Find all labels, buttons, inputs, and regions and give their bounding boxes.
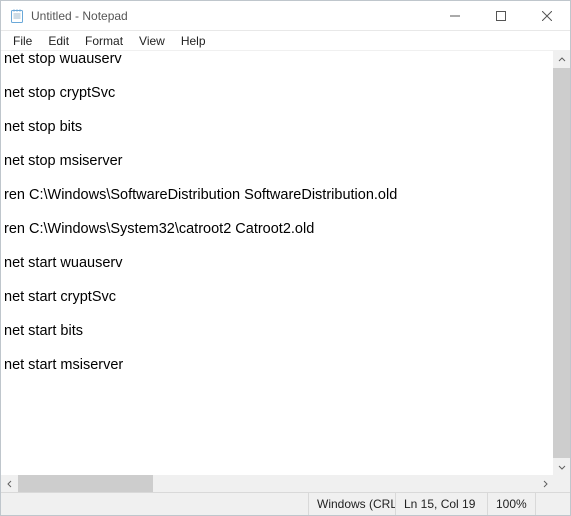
maximize-icon bbox=[496, 11, 506, 21]
hscroll-track[interactable] bbox=[18, 475, 536, 492]
status-cursor-pos: Ln 15, Col 19 bbox=[395, 493, 487, 515]
statusbar: Windows (CRLF Ln 15, Col 19 100% bbox=[1, 492, 570, 515]
scroll-down-button[interactable] bbox=[553, 458, 570, 475]
scroll-right-button[interactable] bbox=[536, 475, 553, 492]
scroll-corner bbox=[553, 475, 570, 492]
text-editor[interactable]: net stop wuauserv net stop cryptSvc net … bbox=[1, 51, 553, 475]
notepad-icon bbox=[9, 8, 25, 24]
status-rest bbox=[535, 493, 570, 515]
chevron-up-icon bbox=[558, 56, 566, 64]
vscroll-track[interactable] bbox=[553, 68, 570, 458]
maximize-button[interactable] bbox=[478, 1, 524, 31]
vscroll-thumb[interactable] bbox=[553, 68, 570, 458]
hscroll-thumb[interactable] bbox=[18, 475, 153, 492]
scroll-left-button[interactable] bbox=[1, 475, 18, 492]
minimize-icon bbox=[450, 11, 460, 21]
menu-view[interactable]: View bbox=[131, 33, 173, 49]
menu-edit[interactable]: Edit bbox=[40, 33, 77, 49]
menu-help[interactable]: Help bbox=[173, 33, 214, 49]
menu-file[interactable]: File bbox=[5, 33, 40, 49]
minimize-button[interactable] bbox=[432, 1, 478, 31]
status-zoom: 100% bbox=[487, 493, 535, 515]
client-area: net stop wuauserv net stop cryptSvc net … bbox=[1, 51, 570, 492]
close-button[interactable] bbox=[524, 1, 570, 31]
status-line-ending: Windows (CRLF bbox=[308, 493, 395, 515]
chevron-down-icon bbox=[558, 463, 566, 471]
chevron-right-icon bbox=[541, 480, 549, 488]
status-empty bbox=[1, 493, 308, 515]
chevron-left-icon bbox=[6, 480, 14, 488]
notepad-window: Untitled - Notepad File Edit Format View… bbox=[0, 0, 571, 516]
menu-format[interactable]: Format bbox=[77, 33, 131, 49]
menubar: File Edit Format View Help bbox=[1, 31, 570, 51]
horizontal-scrollbar[interactable] bbox=[1, 475, 553, 492]
vertical-scrollbar[interactable] bbox=[553, 51, 570, 475]
window-title: Untitled - Notepad bbox=[31, 9, 128, 23]
close-icon bbox=[542, 11, 552, 21]
titlebar[interactable]: Untitled - Notepad bbox=[1, 1, 570, 31]
scroll-up-button[interactable] bbox=[553, 51, 570, 68]
